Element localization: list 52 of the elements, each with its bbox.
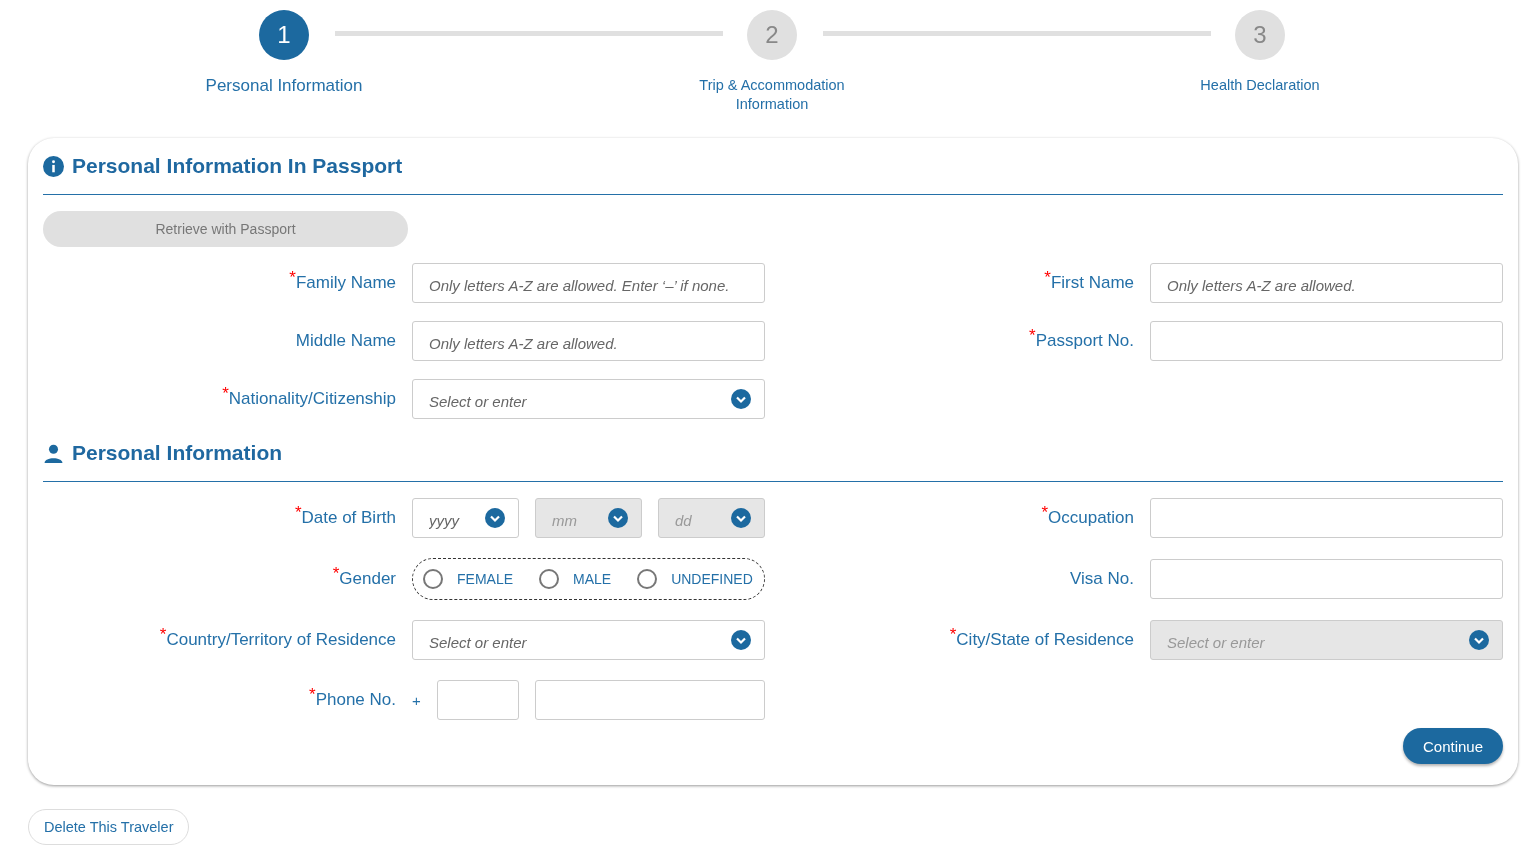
continue-button[interactable]: Continue [1403, 728, 1503, 764]
section-title: Personal Information In Passport [72, 154, 403, 178]
field-label: *First Name [1044, 273, 1134, 293]
chevron-down-icon [731, 508, 751, 528]
field-label: *Passport No. [1029, 331, 1134, 351]
retrieve-button[interactable]: Retrieve with Passport [43, 211, 408, 247]
info-icon [43, 155, 64, 177]
step-label: Personal Information [205, 76, 363, 95]
field-label: *City/State of Residence [949, 630, 1134, 650]
person-icon [43, 442, 64, 464]
country-code-field[interactable] [437, 680, 519, 720]
step-label: Health Declaration [1200, 76, 1320, 95]
delete-button[interactable]: Delete This Traveler [28, 809, 190, 845]
chevron-down-icon [1469, 630, 1489, 650]
field-label: *Family Name [289, 273, 396, 293]
section-title: Personal Information [72, 441, 283, 465]
input-field[interactable]: Only letters A-Z are allowed. [412, 321, 765, 361]
field-label: *Date of Birth [294, 508, 396, 528]
radio-button[interactable] [423, 569, 443, 589]
radio-button[interactable] [637, 569, 658, 589]
input-field[interactable] [1150, 559, 1503, 599]
radio-option[interactable]: UNDEFINED [637, 569, 753, 589]
select-field[interactable]: Select or enter [412, 620, 765, 660]
step-number: 2 [747, 10, 797, 60]
radio-label: FEMALE [457, 571, 513, 587]
field-label: Middle Name [295, 331, 396, 351]
chevron-down-icon [608, 508, 628, 528]
field-label: *Gender [332, 569, 396, 589]
chevron-down-icon [485, 508, 505, 528]
chevron-down-icon [731, 630, 751, 650]
radio-label: UNDEFINED [671, 571, 753, 587]
input-field[interactable]: Only letters A-Z are allowed. [1150, 263, 1503, 303]
radio-option[interactable]: FEMALE [423, 569, 513, 589]
step-number: 3 [1235, 10, 1285, 60]
radio-button[interactable] [539, 569, 559, 589]
chevron-down-icon [731, 389, 751, 409]
field-label: *Occupation [1041, 508, 1134, 528]
input-field[interactable] [1150, 321, 1503, 361]
field-label: *Phone No. [309, 690, 396, 710]
input-field[interactable] [1150, 498, 1503, 538]
select-field[interactable]: yyyy [412, 498, 519, 538]
phone-number-field[interactable] [535, 680, 765, 720]
select-field[interactable]: Select or enter [412, 379, 765, 419]
radio-option[interactable]: MALE [539, 569, 612, 589]
field-label: Visa No. [1070, 569, 1134, 589]
input-field[interactable]: Only letters A-Z are allowed. Enter ‘–’ if none. [412, 263, 765, 303]
plus-sign: + [412, 691, 422, 709]
field-label: *Nationality/Citizenship [222, 389, 396, 409]
step-number: 1 [259, 10, 309, 60]
radio-label: MALE [573, 571, 612, 587]
step-label: Trip & Accommodation Information [698, 76, 846, 114]
field-label: *Country/Territory of Residence [159, 630, 396, 650]
